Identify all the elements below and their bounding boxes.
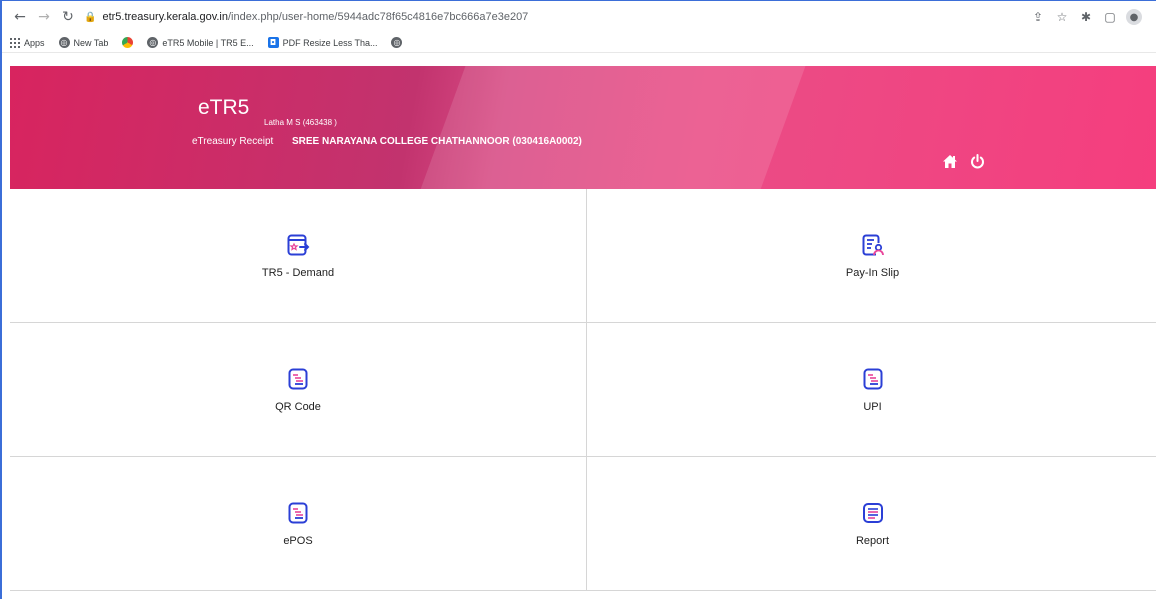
tile-label: UPI [863, 400, 882, 413]
globe-icon: ◎ [58, 37, 70, 48]
tile-label: Pay-In Slip [845, 266, 900, 279]
share-icon[interactable]: ⇪ [1028, 7, 1048, 27]
tile-label: TR5 - Demand [261, 266, 335, 279]
bookmark-etr5-mobile[interactable]: ◎ eTR5 Mobile | TR5 E... [147, 37, 254, 48]
star-icon[interactable]: ☆ [1052, 7, 1072, 27]
bookmark-new-tab[interactable]: ◎ New Tab [58, 37, 108, 48]
epos-document-icon [286, 501, 310, 525]
lock-icon: 🔒 [84, 11, 97, 23]
avatar: ● [1126, 9, 1142, 25]
payin-slip-icon [861, 233, 885, 257]
bookmarks-bar: Apps ◎ New Tab ◎ eTR5 Mobile | TR5 E... … [2, 33, 1156, 53]
globe-icon: ◎ [391, 37, 403, 48]
qr-document-icon [286, 367, 310, 391]
tile-report[interactable]: Report [587, 457, 1156, 591]
tile-label: ePOS [283, 534, 313, 547]
demand-icon [286, 233, 310, 257]
tile-upi[interactable]: UPI [587, 323, 1156, 457]
home-icon[interactable] [942, 154, 958, 173]
profile-icon[interactable]: ● [1124, 7, 1144, 27]
bookmark-pdf-resize[interactable]: ◘ PDF Resize Less Tha... [267, 37, 377, 48]
sidepanel-icon[interactable]: ▢ [1100, 7, 1120, 27]
tile-epos[interactable]: ePOS [10, 457, 587, 591]
url-field[interactable]: 🔒 etr5.treasury.kerala.gov.in/index.php/… [80, 5, 1028, 29]
tile-pay-in-slip[interactable]: Pay-In Slip [587, 189, 1156, 323]
url-path: /index.php/user-home/5944adc78f65c4816e7… [228, 11, 529, 23]
url-host: etr5.treasury.kerala.gov.in [102, 11, 228, 23]
user-name: Latha M S (463438 ) [264, 118, 337, 127]
tile-label: Report [855, 534, 890, 547]
tile-label: QR Code [275, 400, 321, 413]
bookmark-globe[interactable]: ◎ [391, 37, 403, 48]
report-icon [861, 501, 885, 525]
extensions-icon[interactable]: ✱ [1076, 7, 1096, 27]
tile-tr5-demand[interactable]: TR5 - Demand [10, 189, 587, 323]
apps-grid-icon [10, 37, 20, 48]
chrome-icon [122, 37, 134, 48]
upi-document-icon [861, 367, 885, 391]
globe-icon: ◎ [147, 37, 159, 48]
bookmark-apps[interactable]: Apps [10, 37, 45, 48]
back-icon[interactable]: ← [8, 5, 32, 29]
office-name: SREE NARAYANA COLLEGE CHATHANNOOR (03041… [292, 136, 582, 147]
header-banner: eTR5 Latha M S (463438 ) eTreasury Recei… [10, 66, 1156, 189]
reload-icon[interactable]: ↻ [56, 5, 80, 29]
power-icon[interactable] [970, 154, 985, 173]
menu-grid: TR5 - Demand Pay-In Slip QR Code UPI ePO… [10, 189, 1156, 591]
brand-subtitle: eTreasury Receipt [192, 136, 274, 147]
brand-title: eTR5 [198, 96, 250, 119]
tile-qr-code[interactable]: QR Code [10, 323, 587, 457]
browser-window: ← → ↻ 🔒 etr5.treasury.kerala.gov.in/inde… [0, 0, 1156, 599]
address-bar: ← → ↻ 🔒 etr5.treasury.kerala.gov.in/inde… [2, 1, 1156, 33]
forward-icon[interactable]: → [32, 5, 56, 29]
pdf-icon: ◘ [267, 37, 279, 48]
bookmark-chrome[interactable] [122, 37, 134, 48]
